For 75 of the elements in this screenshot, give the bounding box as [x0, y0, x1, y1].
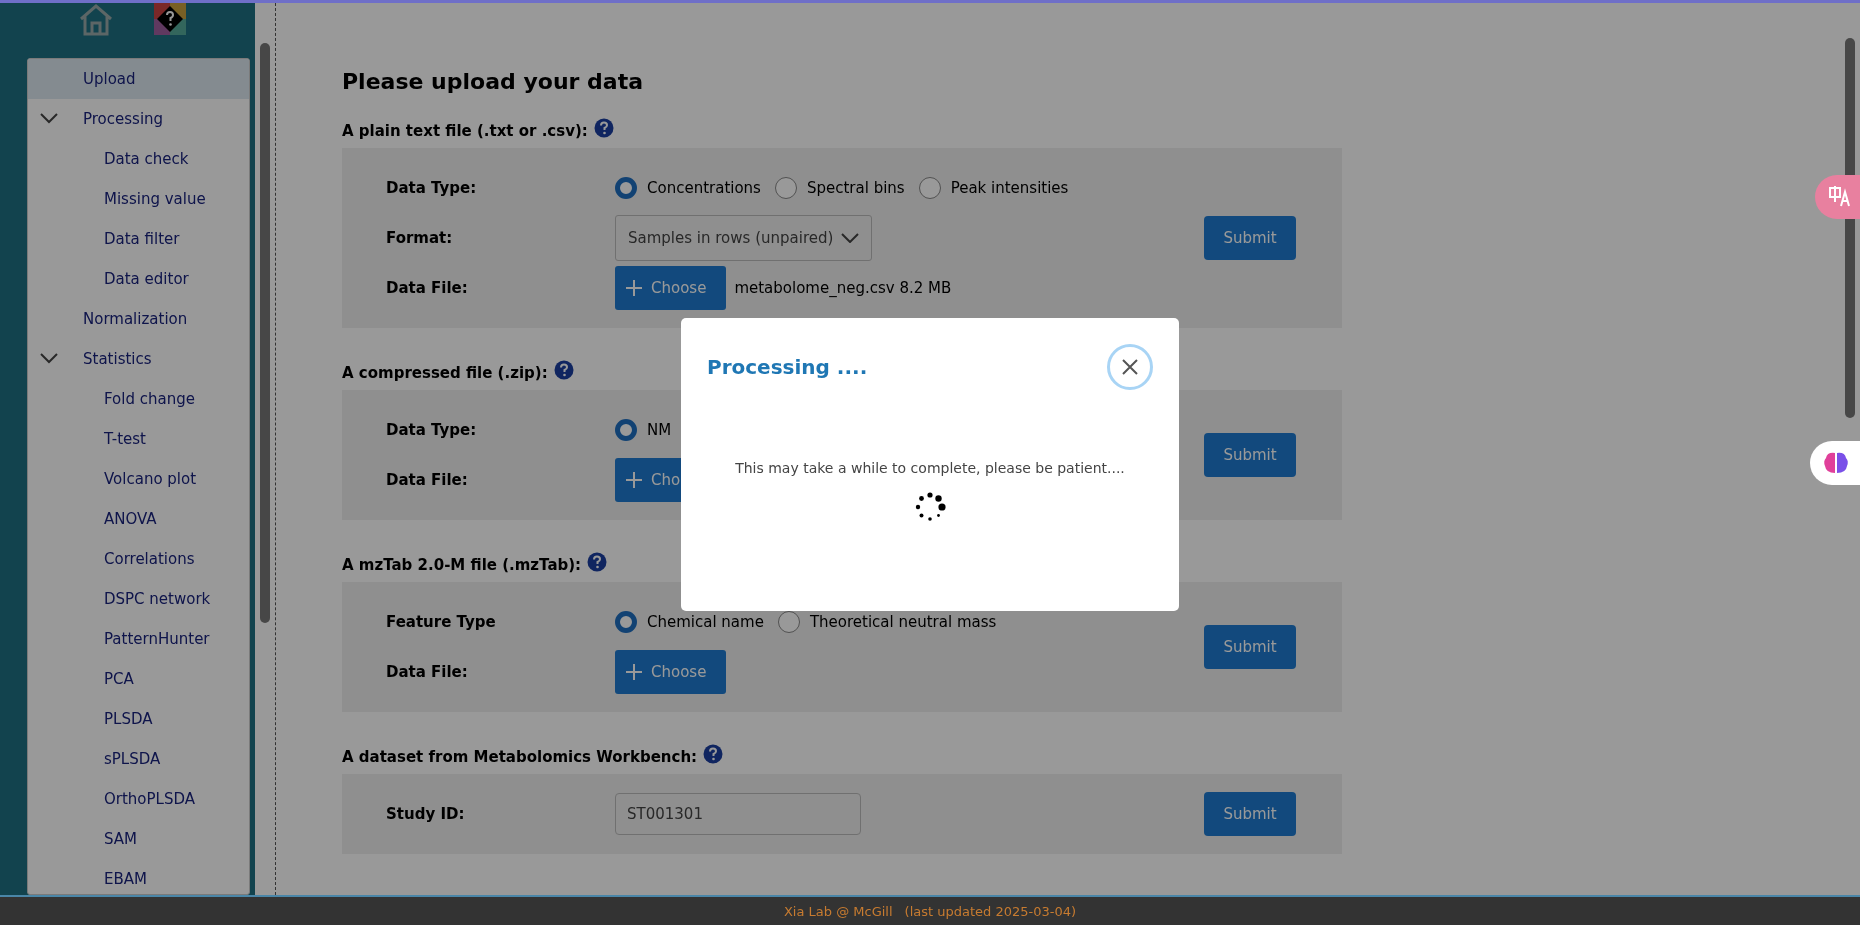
submit-button[interactable]: Submit — [1204, 792, 1296, 836]
footer-text: Xia Lab @ McGill — [783, 903, 893, 919]
nav-item[interactable]: T-test — [28, 419, 249, 459]
plus-icon — [625, 279, 643, 297]
plus-icon — [625, 663, 643, 681]
field-label: Data File: — [386, 471, 469, 489]
radio-button[interactable] — [615, 177, 637, 199]
help-icon[interactable] — [593, 118, 614, 138]
format-dropdown[interactable]: Samples in rows (unpaired) — [615, 215, 872, 261]
nav-item[interactable]: Processing — [28, 99, 249, 139]
study-id-field[interactable]: ST001301 — [615, 793, 861, 835]
field-label: Data File: — [386, 663, 469, 681]
chevron-icon[interactable] — [39, 112, 59, 124]
nav-item[interactable]: Data editor — [28, 259, 249, 299]
help-icon[interactable] — [553, 360, 574, 380]
file-name: metabolome_neg.csv 8.2 MB — [734, 279, 952, 297]
section-title: A dataset from Metabolomics Workbench: — [342, 748, 698, 766]
nav-item[interactable]: PCA — [28, 659, 249, 699]
radio-label: Peak intensities — [950, 179, 1069, 197]
choose-button[interactable]: Choose — [615, 266, 727, 310]
field-label: Format: — [386, 229, 454, 247]
section-title: A compressed file (.zip): — [342, 364, 548, 382]
radio-button[interactable] — [918, 177, 941, 199]
help-icon[interactable] — [587, 552, 608, 572]
nav-item[interactable]: PLSDA — [28, 699, 249, 739]
nav-item[interactable]: Correlations — [28, 539, 249, 579]
radio-label: Theoretical neutral mass — [809, 613, 997, 631]
field-label: Data Type: — [386, 421, 478, 439]
help-icon[interactable] — [154, 3, 186, 35]
nav-item[interactable]: ANOVA — [28, 499, 249, 539]
radio-label: Spectral bins — [806, 179, 905, 197]
help-icon[interactable] — [703, 744, 724, 764]
nav-item[interactable]: SAM — [28, 819, 249, 859]
nav-item[interactable]: Statistics — [28, 339, 249, 379]
radio-button[interactable] — [777, 611, 800, 633]
dialog-message: This may take a while to complete, please be patient.... — [734, 460, 1126, 476]
page-title: Please upload your data — [342, 69, 644, 94]
plus-icon — [625, 471, 643, 489]
nav-item[interactable]: Fold change — [28, 379, 249, 419]
nav-item[interactable]: EBAM — [28, 859, 249, 894]
spinner-icon — [913, 490, 947, 524]
submit-button[interactable]: Submit — [1204, 433, 1296, 477]
field-label: Data File: — [386, 279, 469, 297]
chevron-icon — [841, 233, 859, 243]
nav-item[interactable]: Volcano plot — [28, 459, 249, 499]
nav-item[interactable]: Upload — [28, 59, 249, 99]
section-title: A mzTab 2.0-M file (.mzTab): — [342, 556, 582, 574]
nav-item[interactable]: Normalization — [28, 299, 249, 339]
field-label: Data Type: — [386, 179, 478, 197]
translate-icon[interactable] — [1815, 175, 1860, 219]
chevron-icon[interactable] — [39, 352, 59, 364]
field-label: Feature Type — [386, 613, 497, 631]
nav-item[interactable]: OrthoPLSDA — [28, 779, 249, 819]
radio-label: Concentrations — [647, 179, 761, 197]
nav-item[interactable]: sPLSDA — [28, 739, 249, 779]
nav-item[interactable]: DSPC network — [28, 579, 249, 619]
field-label: Study ID: — [386, 805, 466, 823]
radio-button[interactable] — [615, 419, 637, 441]
close-button[interactable] — [1107, 344, 1153, 390]
footer-text: (last updated 2025-03-04) — [904, 903, 1077, 919]
radio-button[interactable] — [615, 611, 637, 633]
submit-button[interactable]: Submit — [1204, 216, 1296, 260]
section-title: A plain text file (.txt or .csv): — [342, 122, 588, 140]
submit-button[interactable]: Submit — [1204, 625, 1296, 669]
choose-button[interactable]: Choose — [615, 650, 727, 694]
close-icon — [1121, 358, 1139, 376]
radio-button[interactable] — [774, 177, 797, 199]
nav-item[interactable]: Data check — [28, 139, 249, 179]
radio-label: NM — [647, 421, 672, 439]
brain-icon[interactable] — [1810, 441, 1860, 485]
nav-item[interactable]: Data filter — [28, 219, 249, 259]
nav-item[interactable]: Missing value — [28, 179, 249, 219]
radio-label: Chemical name — [647, 613, 764, 631]
nav-item[interactable]: PatternHunter — [28, 619, 249, 659]
dialog-title: Processing .... — [707, 355, 868, 379]
